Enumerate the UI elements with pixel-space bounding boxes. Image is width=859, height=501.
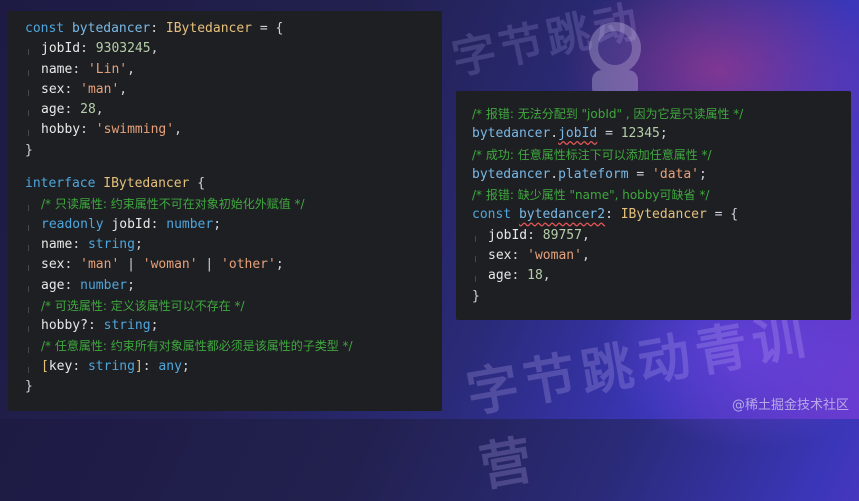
code-line: interface IBytedancer {	[25, 176, 206, 192]
code-line: sex: 'woman',	[475, 248, 590, 264]
code-line: /* 任意属性: 约束所有对象属性都必须是该属性的子类型 */	[28, 339, 353, 354]
code-line: hobby?: string;	[28, 318, 159, 334]
code-line: const bytedancer2: IBytedancer = {	[472, 207, 739, 223]
code-line: }	[472, 288, 480, 304]
credit-text: @稀土掘金技术社区	[731, 398, 849, 413]
code-line: /* 可选属性: 定义该属性可以不存在 */	[28, 298, 245, 313]
code-line: /* 报错: 无法分配到 "jobId" , 因为它是只读属性 */	[472, 107, 744, 121]
code-panel-left: const bytedancer: IBytedancer = { jobId:…	[8, 11, 442, 411]
code-line: [key: string]: any;	[28, 358, 190, 374]
code-line: bytedancer.jobId = 12345;	[472, 126, 668, 142]
code-line: /* 报错: 缺少属性 "name", hobby可缺省 */	[472, 188, 710, 203]
code-line: name: 'Lin',	[28, 61, 135, 77]
code-line: jobId: 89757,	[475, 227, 590, 243]
code-line: hobby: 'swimming',	[28, 122, 182, 138]
code-line: /* 成功: 任意属性标注下可以添加任意属性 */	[472, 147, 712, 162]
code-line: name: string;	[28, 236, 143, 252]
code-line: jobId: 9303245,	[28, 41, 159, 57]
code-line: }	[25, 379, 33, 395]
code-line: readonly jobId: number;	[28, 216, 222, 232]
code-line: age: number;	[28, 277, 135, 293]
code-line: age: 18,	[475, 268, 551, 284]
error-underline: jobId	[558, 126, 598, 142]
code-line: /* 只读属性: 约束属性不可在对象初始化外赋值 */	[28, 197, 305, 212]
code-line: age: 28,	[28, 102, 104, 118]
code-line: bytedancer.plateform = 'data';	[472, 166, 707, 182]
error-underline: bytedancer2	[518, 207, 606, 223]
code-line: sex: 'man',	[28, 81, 128, 97]
code-line: sex: 'man' | 'woman' | 'other';	[28, 257, 284, 273]
code-line: const bytedancer: IBytedancer = {	[25, 21, 284, 36]
code-panel-right: /* 报错: 无法分配到 "jobId" , 因为它是只读属性 */ byted…	[456, 91, 851, 320]
code-line: }	[25, 142, 33, 158]
